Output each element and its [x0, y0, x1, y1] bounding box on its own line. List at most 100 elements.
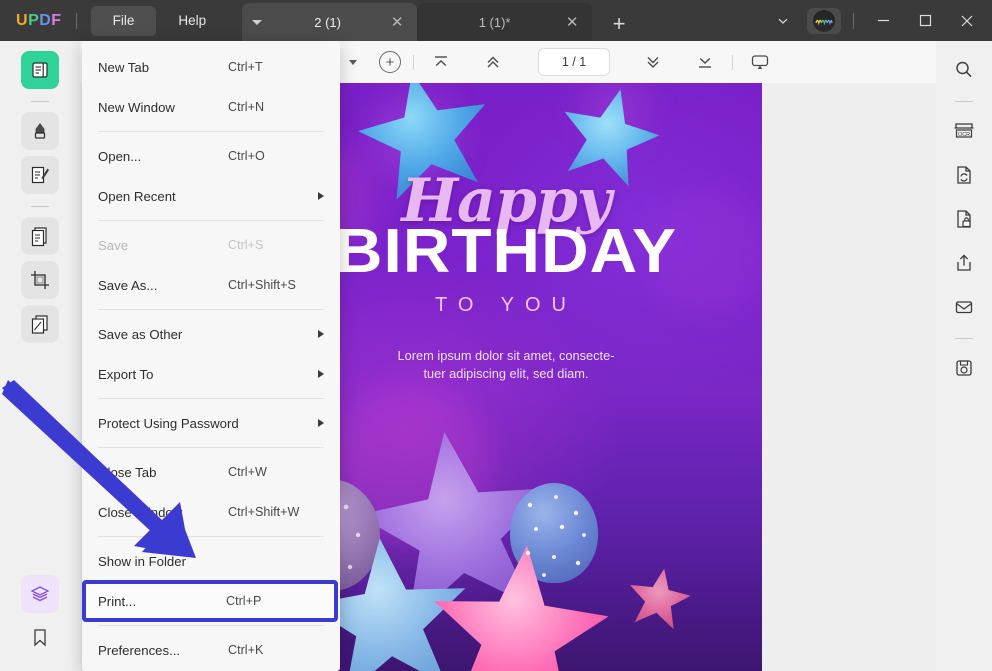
- first-page-icon[interactable]: [426, 47, 456, 77]
- svg-text:OCR: OCR: [958, 132, 970, 138]
- next-page-icon[interactable]: [638, 47, 668, 77]
- menu-item-shortcut: Ctrl+P: [226, 594, 262, 608]
- menu-item-label: Export To: [98, 366, 154, 382]
- menu-item-label: Save: [98, 237, 129, 253]
- logo-letter-u: U: [16, 11, 29, 29]
- previous-page-icon[interactable]: [478, 47, 508, 77]
- menu-item-shortcut: Ctrl+O: [228, 149, 265, 163]
- menu-item-close-window[interactable]: Close Window Ctrl+Shift+W: [82, 492, 340, 532]
- menu-item-export-to[interactable]: Export To: [82, 354, 340, 394]
- menu-item-label: Save As...: [98, 277, 158, 293]
- menu-item-label: New Tab: [98, 59, 150, 75]
- save-button[interactable]: [945, 349, 983, 387]
- protect-button[interactable]: [945, 200, 983, 238]
- sidebar-item-page[interactable]: [21, 217, 59, 255]
- menu-item-new-tab[interactable]: New Tab Ctrl+T: [82, 47, 340, 87]
- share-button[interactable]: [945, 244, 983, 282]
- ocr-button[interactable]: OCR: [945, 112, 983, 150]
- sidebar-item-comment[interactable]: [21, 112, 59, 150]
- rail-divider: [31, 206, 49, 207]
- new-tab-button[interactable]: +: [606, 11, 632, 37]
- menu-divider: [98, 309, 324, 310]
- menu-item-label: Open Recent: [98, 188, 176, 204]
- tab-document-2[interactable]: 2 (1) ✕: [242, 3, 418, 41]
- left-tool-rail: [0, 41, 80, 671]
- menu-item-new-window[interactable]: New Window Ctrl+N: [82, 87, 340, 127]
- menu-item-shortcut: Ctrl+T: [228, 60, 263, 74]
- file-menu-dropdown[interactable]: New Tab Ctrl+T New Window Ctrl+N Open... Ctrl…: [82, 41, 340, 671]
- menu-item-label: Close Window: [98, 504, 183, 520]
- titlebar-divider: [853, 12, 854, 29]
- convert-button[interactable]: [945, 156, 983, 194]
- menu-item-label: Open...: [98, 148, 142, 164]
- menu-item-print-highlighted[interactable]: Print... Ctrl+P: [82, 580, 338, 622]
- close-icon[interactable]: ✕: [387, 13, 407, 31]
- sidebar-item-organize-pages[interactable]: [21, 305, 59, 343]
- menu-item-shortcut: Ctrl+Shift+W: [228, 505, 300, 519]
- menu-item-open[interactable]: Open... Ctrl+O: [82, 136, 340, 176]
- menu-divider: [98, 131, 324, 132]
- menu-item-preferences[interactable]: Preferences... Ctrl+K: [82, 630, 340, 670]
- menu-divider: [98, 398, 324, 399]
- tab-label: 2 (1): [314, 14, 341, 30]
- email-button[interactable]: [945, 288, 983, 326]
- tab-document-1[interactable]: 1 (1)* ✕: [417, 3, 593, 41]
- presentation-mode-icon[interactable]: [745, 47, 775, 77]
- last-page-icon[interactable]: [690, 47, 720, 77]
- maximize-button[interactable]: [904, 0, 946, 41]
- rail-divider: [955, 338, 973, 339]
- menu-item-open-recent[interactable]: Open Recent: [82, 176, 340, 216]
- updf-window: U P D F File Help 2 (1) ✕ 1 (1)* ✕ + OCR…: [0, 0, 992, 671]
- logo-letter-p: P: [28, 11, 40, 29]
- chevron-down-icon[interactable]: [252, 19, 263, 25]
- menu-item-save: Save Ctrl+S: [82, 225, 340, 265]
- menu-item-shortcut: Ctrl+Shift+S: [228, 278, 296, 292]
- plus-circle-icon[interactable]: +: [379, 51, 402, 73]
- submenu-arrow-icon: [318, 370, 324, 378]
- menu-item-label: New Window: [98, 99, 175, 115]
- menu-divider: [98, 447, 324, 448]
- sidebar-item-reader[interactable]: [21, 51, 59, 89]
- menu-item-label: Close Tab: [98, 464, 157, 480]
- layers-panel-button[interactable]: [21, 575, 59, 613]
- updf-ai-icon[interactable]: [807, 7, 841, 34]
- toolbar-divider: [413, 54, 415, 70]
- logo-divider: [75, 12, 77, 29]
- logo-letter-d: D: [39, 11, 52, 29]
- tab-strip: 2 (1) ✕ 1 (1)* ✕ +: [242, 0, 632, 41]
- menu-item-label: Preferences...: [98, 642, 181, 658]
- menu-item-save-as-other[interactable]: Save as Other: [82, 314, 340, 354]
- menu-file[interactable]: File: [90, 5, 157, 36]
- logo-letter-f: F: [51, 11, 62, 29]
- toolbar-divider: [732, 54, 734, 70]
- menu-item-label: Show in Folder: [98, 553, 186, 569]
- close-icon[interactable]: ✕: [562, 13, 582, 31]
- menu-item-shortcut: Ctrl+S: [228, 238, 264, 252]
- rail-divider: [31, 101, 49, 102]
- menu-item-save-as[interactable]: Save As... Ctrl+Shift+S: [82, 265, 340, 305]
- menu-item-label: Protect Using Password: [98, 415, 239, 431]
- title-bar: U P D F File Help 2 (1) ✕ 1 (1)* ✕ +: [0, 0, 992, 41]
- submenu-arrow-icon: [318, 330, 324, 338]
- menu-item-close-tab[interactable]: Close Tab Ctrl+W: [82, 452, 340, 492]
- chevron-down-icon[interactable]: [763, 0, 803, 41]
- minimize-button[interactable]: [862, 0, 904, 41]
- submenu-arrow-icon: [318, 192, 324, 200]
- file-menu-groups: New Tab Ctrl+T New Window Ctrl+N Open... Ctrl…: [82, 47, 340, 671]
- star-balloon-pink-small-right: [623, 563, 694, 633]
- menu-help[interactable]: Help: [156, 6, 228, 36]
- menu-divider: [98, 220, 324, 221]
- balloon-star-pattern: [525, 495, 586, 577]
- chevron-down-icon[interactable]: [349, 59, 358, 65]
- close-button[interactable]: [946, 0, 988, 41]
- submenu-arrow-icon: [318, 419, 324, 427]
- bookmark-panel-button[interactable]: [21, 619, 59, 657]
- sidebar-item-crop[interactable]: [21, 261, 59, 299]
- sidebar-item-edit-pdf[interactable]: [21, 156, 59, 194]
- menu-item-show-in-folder[interactable]: Show in Folder: [82, 541, 340, 581]
- menu-item-shortcut: Ctrl+W: [228, 465, 267, 479]
- search-button[interactable]: [945, 51, 983, 89]
- menu-item-protect-using-password[interactable]: Protect Using Password: [82, 403, 340, 443]
- menu-divider: [98, 625, 324, 626]
- page-number-input[interactable]: 1 / 1: [538, 48, 611, 76]
